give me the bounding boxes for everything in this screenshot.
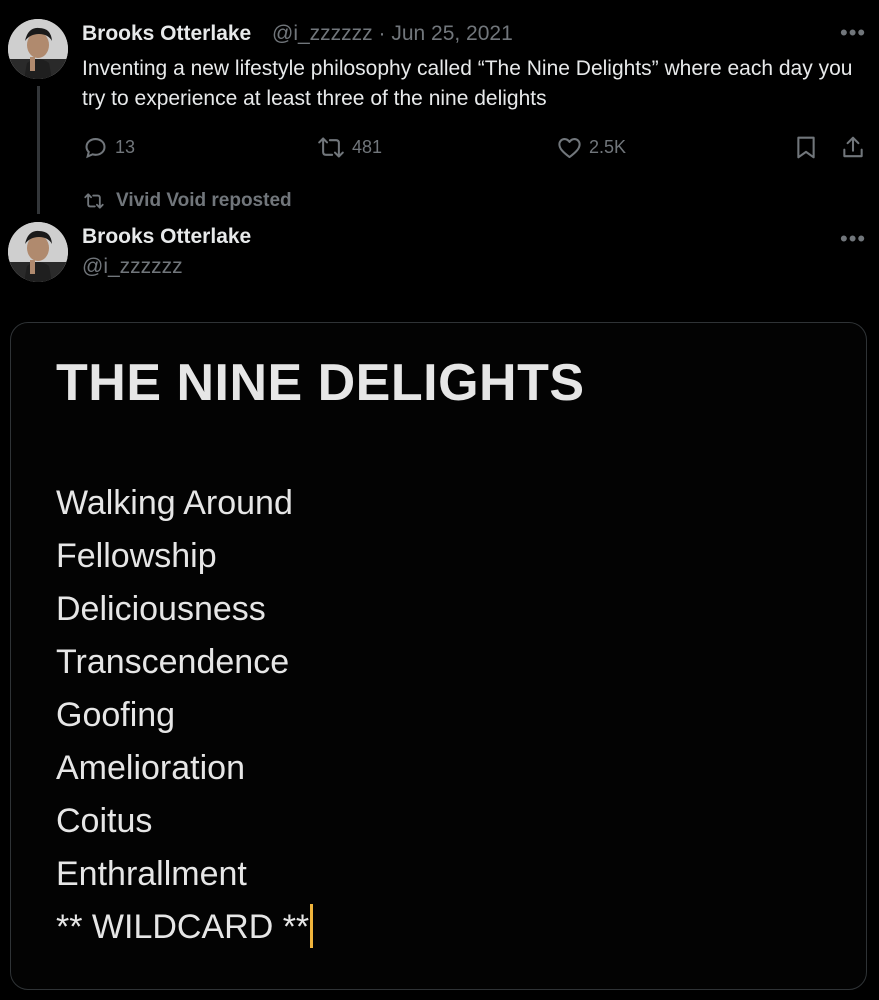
note-item: Goofing	[56, 696, 176, 734]
repost-banner-text: Vivid Void reposted	[116, 190, 292, 211]
repost-banner[interactable]: Vivid Void reposted	[82, 190, 292, 212]
like-button[interactable]: 2.5K	[556, 134, 626, 161]
tweet-text: Inventing a new lifestyle philosophy cal…	[82, 57, 853, 110]
note-item: Amelioration	[56, 749, 245, 787]
timeline: Brooks Otterlake @i_zzzzzz · Jun 25, 202…	[0, 0, 879, 1000]
text-cursor	[310, 904, 314, 948]
author-name[interactable]: Brooks Otterlake	[82, 225, 251, 249]
reply-button[interactable]: 13	[82, 134, 135, 161]
repost-count: 481	[352, 137, 383, 157]
more-dots-icon[interactable]: •••	[840, 228, 866, 250]
bookmark-icon	[797, 136, 815, 159]
share-button[interactable]	[840, 134, 866, 166]
note-list: Walking Around Fellowship Deliciousness …	[56, 477, 314, 954]
share-icon	[843, 136, 863, 158]
bookmark-button[interactable]	[794, 134, 818, 166]
note-item-last: ** WILDCARD **	[56, 901, 314, 954]
note-item: Deliciousness	[56, 590, 266, 628]
repost-button[interactable]: 481	[316, 134, 382, 161]
reply-icon	[85, 138, 106, 159]
note-item: Walking Around	[56, 484, 293, 522]
tweet-media-image[interactable]: THE NINE DELIGHTS Walking Around Fellows…	[10, 322, 867, 990]
note-item: Fellowship	[56, 537, 217, 575]
more-dots-icon[interactable]: •••	[840, 22, 866, 44]
author-handle[interactable]: @i_zzzzzz	[82, 255, 183, 279]
like-count: 2.5K	[589, 137, 627, 157]
heart-icon	[558, 138, 581, 159]
author-avatar[interactable]	[8, 222, 68, 282]
note-item-text: ** WILDCARD **	[56, 908, 310, 946]
note-item: Coitus	[56, 802, 153, 840]
note-item: Transcendence	[56, 643, 290, 681]
thread-connector-line	[37, 86, 40, 214]
note-title: THE NINE DELIGHTS	[56, 354, 585, 412]
author-avatar[interactable]	[8, 19, 68, 79]
reply-count: 13	[115, 137, 136, 157]
repost-icon	[84, 193, 104, 209]
repost-icon	[318, 137, 344, 158]
author-handle-date[interactable]: @i_zzzzzz · Jun 25, 2021	[272, 22, 513, 46]
note-item: Enthrallment	[56, 855, 247, 893]
author-name[interactable]: Brooks Otterlake	[82, 22, 251, 46]
